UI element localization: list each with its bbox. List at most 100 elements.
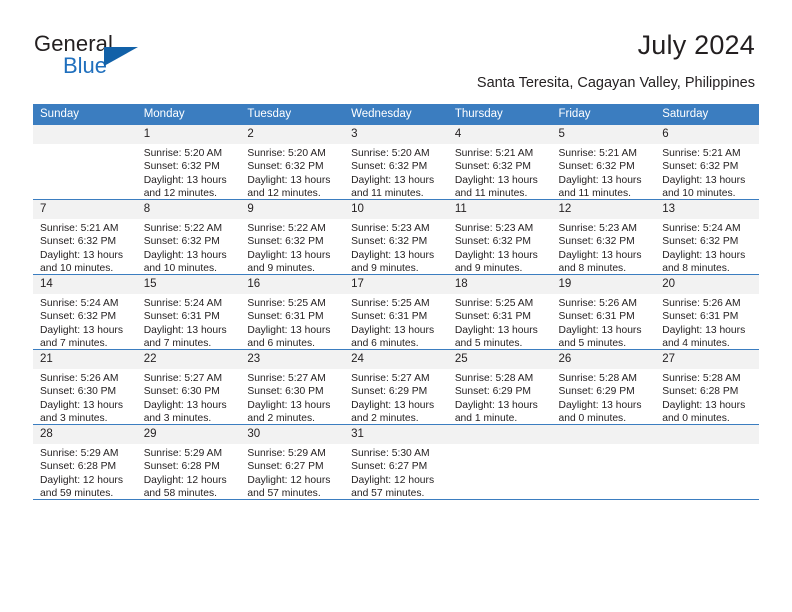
daylight-text-line2: and 8 minutes. xyxy=(662,262,730,274)
day-number xyxy=(655,425,759,444)
day-cell[interactable]: 19 Sunrise: 5:26 AM Sunset: 6:31 PM Dayl… xyxy=(551,274,656,350)
column-header-thursday: Thursday xyxy=(447,104,552,125)
sunset-text: Sunset: 6:32 PM xyxy=(558,236,635,248)
day-cell[interactable]: 5 Sunrise: 5:21 AM Sunset: 6:32 PM Dayli… xyxy=(551,125,656,200)
day-cell[interactable]: 21 Sunrise: 5:26 AM Sunset: 6:30 PM Dayl… xyxy=(33,349,137,425)
day-cell[interactable]: 28 Sunrise: 5:29 AM Sunset: 6:28 PM Dayl… xyxy=(33,424,137,500)
week-row: 21 Sunrise: 5:26 AM Sunset: 6:30 PM Dayl… xyxy=(33,349,759,425)
day-number: 9 xyxy=(240,200,345,219)
sunrise-sunset-calendar: Sunday Monday Tuesday Wednesday Thursday… xyxy=(33,104,759,500)
day-cell-inner: 8 Sunrise: 5:22 AM Sunset: 6:32 PM Dayli… xyxy=(136,200,241,274)
day-number: 20 xyxy=(655,275,759,294)
day-info: Sunrise: 5:24 AM Sunset: 6:31 PM Dayligh… xyxy=(137,294,241,350)
day-cell[interactable]: 31 Sunrise: 5:30 AM Sunset: 6:27 PM Dayl… xyxy=(344,424,448,500)
sunrise-text: Sunrise: 5:23 AM xyxy=(351,223,430,234)
day-cell[interactable]: 22 Sunrise: 5:27 AM Sunset: 6:30 PM Dayl… xyxy=(136,349,241,425)
day-cell[interactable]: 6 Sunrise: 5:21 AM Sunset: 6:32 PM Dayli… xyxy=(655,125,759,200)
day-info xyxy=(33,144,137,147)
sunrise-text: Sunrise: 5:29 AM xyxy=(40,448,119,459)
day-cell[interactable]: 25 Sunrise: 5:28 AM Sunset: 6:29 PM Dayl… xyxy=(447,349,552,425)
day-cell[interactable]: 16 Sunrise: 5:25 AM Sunset: 6:31 PM Dayl… xyxy=(240,274,345,350)
day-cell[interactable]: 30 Sunrise: 5:29 AM Sunset: 6:27 PM Dayl… xyxy=(240,424,345,500)
sunrise-text: Sunrise: 5:21 AM xyxy=(454,148,534,159)
daylight-text-line2: and 57 minutes. xyxy=(351,487,425,499)
column-header-monday: Monday xyxy=(136,104,241,125)
daylight-text-line2: and 9 minutes. xyxy=(351,262,419,274)
sunrise-text: Sunrise: 5:24 AM xyxy=(662,223,741,234)
column-header-sunday: Sunday xyxy=(33,104,137,125)
daylight-text-line2: and 3 minutes. xyxy=(40,412,108,424)
sunrise-text: Sunrise: 5:26 AM xyxy=(558,298,637,309)
daylight-text-line1: Daylight: 13 hours xyxy=(662,399,746,411)
day-cell[interactable]: 27 Sunrise: 5:28 AM Sunset: 6:28 PM Dayl… xyxy=(655,349,759,425)
day-cell-inner: 18 Sunrise: 5:25 AM Sunset: 6:31 PM Dayl… xyxy=(447,275,552,349)
general-blue-logo[interactable]: General Blue xyxy=(34,33,174,79)
day-cell[interactable]: 1 Sunrise: 5:20 AM Sunset: 6:32 PM Dayli… xyxy=(136,125,241,200)
day-number: 23 xyxy=(240,350,345,369)
day-cell[interactable]: 12 Sunrise: 5:23 AM Sunset: 6:32 PM Dayl… xyxy=(551,199,656,275)
day-cell[interactable]: 13 Sunrise: 5:24 AM Sunset: 6:32 PM Dayl… xyxy=(655,199,759,275)
day-cell-inner: 27 Sunrise: 5:28 AM Sunset: 6:28 PM Dayl… xyxy=(655,350,759,424)
sunrise-text: Sunrise: 5:28 AM xyxy=(662,373,741,384)
day-cell[interactable]: 3 Sunrise: 5:20 AM Sunset: 6:32 PM Dayli… xyxy=(344,125,448,200)
sunset-text: Sunset: 6:28 PM xyxy=(40,461,117,473)
sunrise-text: Sunrise: 5:25 AM xyxy=(247,298,326,309)
day-cell-inner: 30 Sunrise: 5:29 AM Sunset: 6:27 PM Dayl… xyxy=(240,425,345,499)
day-cell-inner: 23 Sunrise: 5:27 AM Sunset: 6:30 PM Dayl… xyxy=(240,350,345,424)
day-info: Sunrise: 5:24 AM Sunset: 6:32 PM Dayligh… xyxy=(33,294,137,350)
day-cell[interactable]: 24 Sunrise: 5:27 AM Sunset: 6:29 PM Dayl… xyxy=(344,349,448,425)
daylight-text-line2: and 2 minutes. xyxy=(247,412,315,424)
day-info: Sunrise: 5:20 AM Sunset: 6:32 PM Dayligh… xyxy=(344,144,448,200)
day-cell[interactable]: 17 Sunrise: 5:25 AM Sunset: 6:31 PM Dayl… xyxy=(344,274,448,350)
week-row: 7 Sunrise: 5:21 AM Sunset: 6:32 PM Dayli… xyxy=(33,199,759,275)
sunrise-text: Sunrise: 5:24 AM xyxy=(143,298,223,309)
day-cell[interactable]: 18 Sunrise: 5:25 AM Sunset: 6:31 PM Dayl… xyxy=(447,274,552,350)
sunset-text: Sunset: 6:30 PM xyxy=(40,386,117,398)
day-cell-inner: 24 Sunrise: 5:27 AM Sunset: 6:29 PM Dayl… xyxy=(344,350,448,424)
daylight-text-line1: Daylight: 13 hours xyxy=(454,399,538,411)
day-cell[interactable]: 4 Sunrise: 5:21 AM Sunset: 6:32 PM Dayli… xyxy=(447,125,552,200)
day-cell[interactable]: 29 Sunrise: 5:29 AM Sunset: 6:28 PM Dayl… xyxy=(136,424,241,500)
day-info: Sunrise: 5:22 AM Sunset: 6:32 PM Dayligh… xyxy=(240,219,344,275)
day-info: Sunrise: 5:28 AM Sunset: 6:29 PM Dayligh… xyxy=(448,369,552,425)
day-info: Sunrise: 5:21 AM Sunset: 6:32 PM Dayligh… xyxy=(448,144,552,200)
day-cell[interactable]: 23 Sunrise: 5:27 AM Sunset: 6:30 PM Dayl… xyxy=(240,349,345,425)
day-cell xyxy=(655,424,759,500)
day-cell xyxy=(447,424,552,500)
sunset-text: Sunset: 6:31 PM xyxy=(351,311,428,323)
sunset-text: Sunset: 6:31 PM xyxy=(143,311,220,323)
day-info: Sunrise: 5:21 AM Sunset: 6:32 PM Dayligh… xyxy=(552,144,656,200)
sunset-text: Sunset: 6:29 PM xyxy=(351,386,428,398)
sunrise-text: Sunrise: 5:28 AM xyxy=(454,373,534,384)
sunset-text: Sunset: 6:32 PM xyxy=(351,161,428,173)
sunset-text: Sunset: 6:32 PM xyxy=(143,161,220,173)
day-cell-inner: 4 Sunrise: 5:21 AM Sunset: 6:32 PM Dayli… xyxy=(447,125,552,200)
day-cell[interactable]: 9 Sunrise: 5:22 AM Sunset: 6:32 PM Dayli… xyxy=(240,199,345,275)
day-cell[interactable]: 14 Sunrise: 5:24 AM Sunset: 6:32 PM Dayl… xyxy=(33,274,137,350)
day-cell-inner: 12 Sunrise: 5:23 AM Sunset: 6:32 PM Dayl… xyxy=(551,200,656,274)
sunset-text: Sunset: 6:31 PM xyxy=(662,311,739,323)
day-cell[interactable]: 15 Sunrise: 5:24 AM Sunset: 6:31 PM Dayl… xyxy=(136,274,241,350)
day-number: 8 xyxy=(136,200,241,219)
daylight-text-line1: Daylight: 12 hours xyxy=(40,474,123,486)
sunrise-text: Sunrise: 5:24 AM xyxy=(40,298,119,309)
day-cell[interactable]: 11 Sunrise: 5:23 AM Sunset: 6:32 PM Dayl… xyxy=(447,199,552,275)
daylight-text-line1: Daylight: 13 hours xyxy=(558,174,642,186)
day-cell-inner xyxy=(551,425,656,499)
sunrise-text: Sunrise: 5:21 AM xyxy=(40,223,119,234)
day-cell[interactable]: 26 Sunrise: 5:28 AM Sunset: 6:29 PM Dayl… xyxy=(551,349,656,425)
day-cell[interactable]: 8 Sunrise: 5:22 AM Sunset: 6:32 PM Dayli… xyxy=(136,199,241,275)
day-number: 6 xyxy=(655,125,759,144)
day-cell[interactable]: 20 Sunrise: 5:26 AM Sunset: 6:31 PM Dayl… xyxy=(655,274,759,350)
day-cell[interactable]: 2 Sunrise: 5:20 AM Sunset: 6:32 PM Dayli… xyxy=(240,125,345,200)
sunrise-text: Sunrise: 5:21 AM xyxy=(558,148,637,159)
day-number: 28 xyxy=(33,425,137,444)
daylight-text-line2: and 9 minutes. xyxy=(247,262,315,274)
daylight-text-line1: Daylight: 13 hours xyxy=(454,174,538,186)
day-cell[interactable]: 10 Sunrise: 5:23 AM Sunset: 6:32 PM Dayl… xyxy=(344,199,448,275)
daylight-text-line1: Daylight: 13 hours xyxy=(351,399,435,411)
day-cell[interactable]: 7 Sunrise: 5:21 AM Sunset: 6:32 PM Dayli… xyxy=(33,199,137,275)
daylight-text-line2: and 7 minutes. xyxy=(143,337,212,349)
day-number: 5 xyxy=(551,125,656,144)
day-cell-inner: 1 Sunrise: 5:20 AM Sunset: 6:32 PM Dayli… xyxy=(136,125,241,199)
